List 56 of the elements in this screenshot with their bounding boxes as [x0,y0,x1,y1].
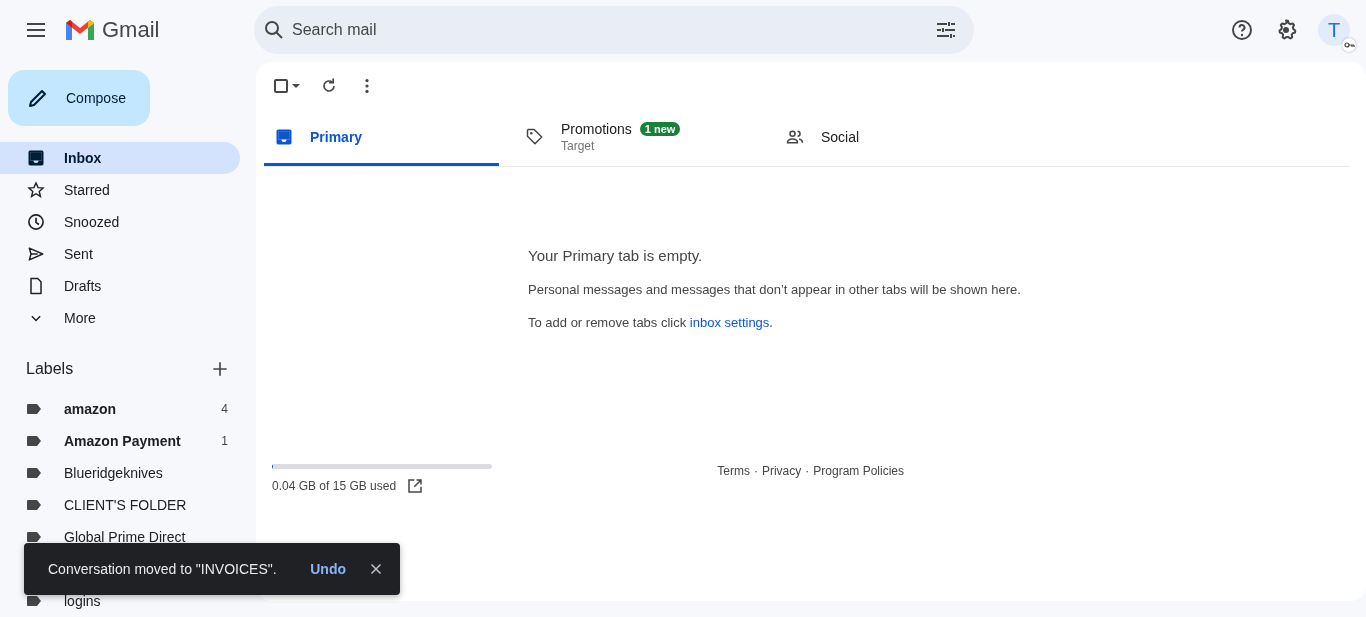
key-icon [1342,38,1356,52]
external-link-icon[interactable] [406,477,425,495]
separator-dot: · [805,464,810,480]
tag-icon [525,126,545,147]
label-icon [26,467,42,479]
tab-label: Primary [310,128,363,145]
label-item[interactable]: CLIENT'S FOLDER [0,489,240,521]
send-icon [26,244,46,264]
snackbar-message: Conversation moved to "INVOICES". [48,561,278,577]
label-item[interactable]: Blueridgeknives [0,457,240,489]
plus-icon [210,359,230,379]
unread-count: 1 [221,434,228,448]
category-tab[interactable]: Promotions 1 new Target [499,110,759,166]
empty-title: Your Primary tab is empty. [528,247,704,264]
help-icon [1230,18,1254,42]
app-name: Gmail [102,17,160,43]
undo-button[interactable]: Undo [310,561,346,577]
unread-count: 4 [221,402,228,416]
label-item[interactable]: Amazon Payment 1 [0,425,240,457]
nav-item[interactable]: Sent [0,238,240,270]
nav-item[interactable]: Starred [0,174,240,206]
account-avatar[interactable]: T [1318,14,1350,46]
label-icon [26,531,42,543]
storage-usage: 0.04 GB of 15 GB used [272,479,397,493]
nav-item[interactable]: Inbox [0,142,240,174]
footer-link[interactable]: Privacy [761,464,802,495]
envelope-logo-icon [64,18,96,42]
tab-subtitle: Target [561,138,595,153]
labels-heading: Labels [26,360,74,378]
more-vertical-icon [365,79,369,93]
category-tab[interactable]: Primary [264,110,499,166]
search-input[interactable]: Search mail [290,20,926,40]
label-icon [26,499,42,511]
label-icon [26,595,42,607]
empty-message: Personal messages and messages that don’t appear in other tabs will be shown here. [528,282,1022,297]
separator-dot: · [753,464,758,480]
footer-link[interactable]: Terms [717,464,750,495]
settings-hint: To add or remove tabs click inbox settings. [528,315,774,330]
star-icon [26,180,46,200]
inbox-icon [26,148,46,168]
label-item[interactable]: logins [0,585,240,617]
label-icon [26,435,42,447]
compose-button[interactable]: Compose [8,70,150,126]
label-item[interactable]: amazon 4 [0,393,240,425]
nav-item[interactable]: Drafts [0,270,240,302]
label-item[interactable]: Global Prime Direct [0,521,240,553]
new-badge: 1 new [639,121,681,136]
clock-icon [26,212,46,232]
tab-label: Promotions [561,120,632,137]
label-icon [26,403,42,415]
nav-item[interactable]: More [0,302,240,334]
tab-label: Social [821,128,860,145]
search-field[interactable]: Search mail [254,6,974,54]
footer-link[interactable]: Program Policies [813,464,904,495]
category-tab[interactable]: Social [759,110,1019,166]
nav-item[interactable]: Snoozed [0,206,240,238]
